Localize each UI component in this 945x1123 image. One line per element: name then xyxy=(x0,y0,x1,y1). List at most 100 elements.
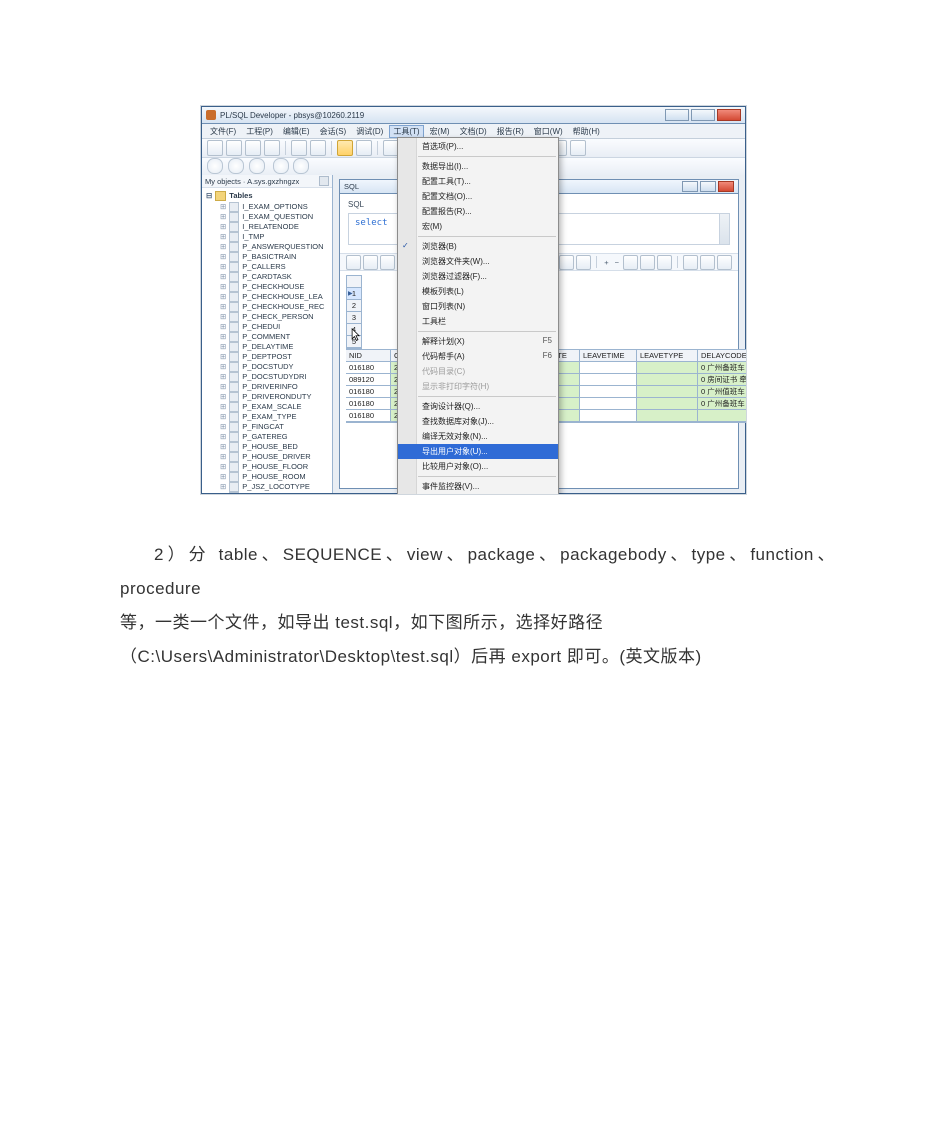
grid-cell[interactable]: 0 房间证书 牵引指导室 xyxy=(698,374,747,386)
menu-dropdown-item[interactable]: 配置文档(O)... xyxy=(398,189,558,204)
grid-tool-button[interactable] xyxy=(657,255,672,270)
row-number[interactable]: 4 xyxy=(347,324,361,336)
tree-item[interactable]: ⊞P_EXAM_SCALE xyxy=(206,402,330,412)
menu-dropdown-item[interactable]: 浏览器文件夹(W)... xyxy=(398,254,558,269)
tree-item[interactable]: ⊞P_FINGCAT xyxy=(206,422,330,432)
tree-item[interactable]: ⊞P_DRIVERONDUTY xyxy=(206,392,330,402)
grid-tool-button[interactable] xyxy=(363,255,378,270)
tree-item[interactable]: ⊞P_DEPTPOST xyxy=(206,352,330,362)
grid-cell[interactable] xyxy=(580,362,637,374)
menu-dropdown-item[interactable]: 模板列表(L) xyxy=(398,284,558,299)
grid-cell[interactable] xyxy=(580,386,637,398)
tree-folder[interactable]: ⊟Tables xyxy=(206,190,330,202)
tree-item[interactable]: ⊞P_CARDTASK xyxy=(206,272,330,282)
grid-cell[interactable] xyxy=(580,398,637,410)
inner-minimize-button[interactable] xyxy=(682,181,698,192)
grid-cell[interactable]: 0 广州备班车 xyxy=(698,398,747,410)
menu-item[interactable]: 文件(F) xyxy=(206,125,240,138)
menu-dropdown-item[interactable]: 查询设计器(Q)... xyxy=(398,399,558,414)
tree-item[interactable]: ⊞P_HOUSE_DRIVER xyxy=(206,452,330,462)
grid-cell[interactable] xyxy=(580,374,637,386)
grid-cell[interactable] xyxy=(637,362,698,374)
tree-item[interactable]: ⊞I_TMP xyxy=(206,232,330,242)
tree-item[interactable]: ⊞P_DELAYTIME xyxy=(206,342,330,352)
tree-item[interactable]: ⊞P_CHECK_PERSON xyxy=(206,312,330,322)
menu-item[interactable]: 文档(D) xyxy=(456,125,491,138)
grid-cell[interactable] xyxy=(698,410,747,422)
vertical-scrollbar[interactable] xyxy=(719,214,729,244)
grid-cell[interactable]: 0 广州值班车 xyxy=(698,386,747,398)
row-number[interactable]: 3 xyxy=(347,312,361,324)
row-number[interactable]: 2 xyxy=(347,300,361,312)
execute-button[interactable] xyxy=(337,140,353,156)
toolbar-button[interactable] xyxy=(245,140,261,156)
grid-cell[interactable]: 016180 xyxy=(346,362,391,374)
browser-expand-button[interactable] xyxy=(319,176,329,186)
row-number[interactable]: 5 xyxy=(347,336,361,348)
column-header[interactable]: DELAYCODE xyxy=(698,350,747,362)
grid-tool-button[interactable] xyxy=(700,255,715,270)
menu-dropdown-item[interactable]: 导出用户对象(U)... xyxy=(398,444,558,459)
menu-item[interactable]: 编辑(E) xyxy=(279,125,314,138)
grid-cell[interactable]: 016180 xyxy=(346,386,391,398)
tree-item[interactable]: ⊞P_BASICTRAIN xyxy=(206,252,330,262)
search-icon[interactable] xyxy=(207,158,223,174)
refresh-icon[interactable] xyxy=(293,158,309,174)
menu-dropdown-item[interactable]: 数据导出(I)... xyxy=(398,159,558,174)
tree-item[interactable]: ⊞I_RELATENODE xyxy=(206,222,330,232)
tree-item[interactable]: ⊞P_CHECKHOUSE_REC xyxy=(206,302,330,312)
grid-cell[interactable] xyxy=(637,386,698,398)
grid-nav-icon[interactable]: − xyxy=(615,258,619,267)
tree-item[interactable]: ⊞P_DOCSTUDYDRI xyxy=(206,372,330,382)
tree-item[interactable]: ⊞P_CHEDUI xyxy=(206,322,330,332)
tree-item[interactable]: ⊞P_HOUSE_BED xyxy=(206,442,330,452)
grid-tool-button[interactable] xyxy=(717,255,732,270)
grid-cell[interactable]: 0 广州备班车 xyxy=(698,362,747,374)
grid-cell[interactable]: 016180 xyxy=(346,398,391,410)
column-header[interactable]: NID xyxy=(346,350,391,362)
menu-dropdown-item[interactable]: 工具栏 xyxy=(398,314,558,329)
menu-dropdown-item[interactable]: 代码帮手(A)F6 xyxy=(398,349,558,364)
column-header[interactable]: LEAVETYPE xyxy=(637,350,698,362)
grid-tool-button[interactable] xyxy=(559,255,574,270)
grid-tool-button[interactable] xyxy=(683,255,698,270)
tree-item[interactable]: ⊞I_EXAM_OPTIONS xyxy=(206,202,330,212)
grid-cell[interactable] xyxy=(580,410,637,422)
tools-menu-dropdown[interactable]: 首选项(P)...数据导出(I)...配置工具(T)...配置文档(O)...配… xyxy=(397,137,559,495)
toolbar-button[interactable] xyxy=(264,140,280,156)
grid-cell[interactable] xyxy=(637,410,698,422)
tree-item[interactable]: ⊞P_COMMENT xyxy=(206,332,330,342)
grid-nav-icon[interactable]: + xyxy=(604,258,608,267)
menu-dropdown-item[interactable]: 查找数据库对象(J)... xyxy=(398,414,558,429)
gear-icon[interactable] xyxy=(273,158,289,174)
menu-dropdown-item[interactable]: 事件监控器(V)... xyxy=(398,479,558,494)
grid-cell[interactable] xyxy=(637,374,698,386)
tree-item[interactable]: ⊞P_EXAM_TYPE xyxy=(206,412,330,422)
menu-dropdown-item[interactable]: 会话(E)... xyxy=(398,494,558,495)
toolbar-button[interactable] xyxy=(570,140,586,156)
maximize-button[interactable] xyxy=(691,109,715,121)
toolbar-button[interactable] xyxy=(226,140,242,156)
grid-cell[interactable] xyxy=(637,398,698,410)
grid-tool-button[interactable] xyxy=(380,255,395,270)
menu-dropdown-item[interactable]: 配置报告(R)... xyxy=(398,204,558,219)
grid-tool-button[interactable] xyxy=(346,255,361,270)
toolbar-button[interactable] xyxy=(310,140,326,156)
menu-dropdown-item[interactable]: 编译无效对象(N)... xyxy=(398,429,558,444)
search-icon[interactable] xyxy=(228,158,244,174)
tree-item[interactable]: ⊞P_HOUSE_FLOOR xyxy=(206,462,330,472)
tree-item[interactable]: ⊞P_JSZ_LOCOTYPE xyxy=(206,482,330,492)
menu-dropdown-item[interactable]: 宏(M) xyxy=(398,219,558,234)
menu-dropdown-item[interactable]: 浏览器过滤器(F)... xyxy=(398,269,558,284)
menu-dropdown-item[interactable]: 首选项(P)... xyxy=(398,139,558,154)
toolbar-button[interactable] xyxy=(207,140,223,156)
menu-dropdown-item[interactable]: ✓浏览器(B) xyxy=(398,239,558,254)
row-number[interactable]: 1 xyxy=(347,288,361,300)
grid-cell[interactable]: 016180 xyxy=(346,410,391,422)
toolbar-button[interactable] xyxy=(291,140,307,156)
menu-item[interactable]: 宏(M) xyxy=(426,125,454,138)
tree-item[interactable]: ⊞P_DOCSTUDY xyxy=(206,362,330,372)
tree-item[interactable]: ⊞P_LEAVENOTE xyxy=(206,492,330,493)
grid-tool-button[interactable] xyxy=(576,255,591,270)
menu-item[interactable]: 会话(S) xyxy=(316,125,351,138)
